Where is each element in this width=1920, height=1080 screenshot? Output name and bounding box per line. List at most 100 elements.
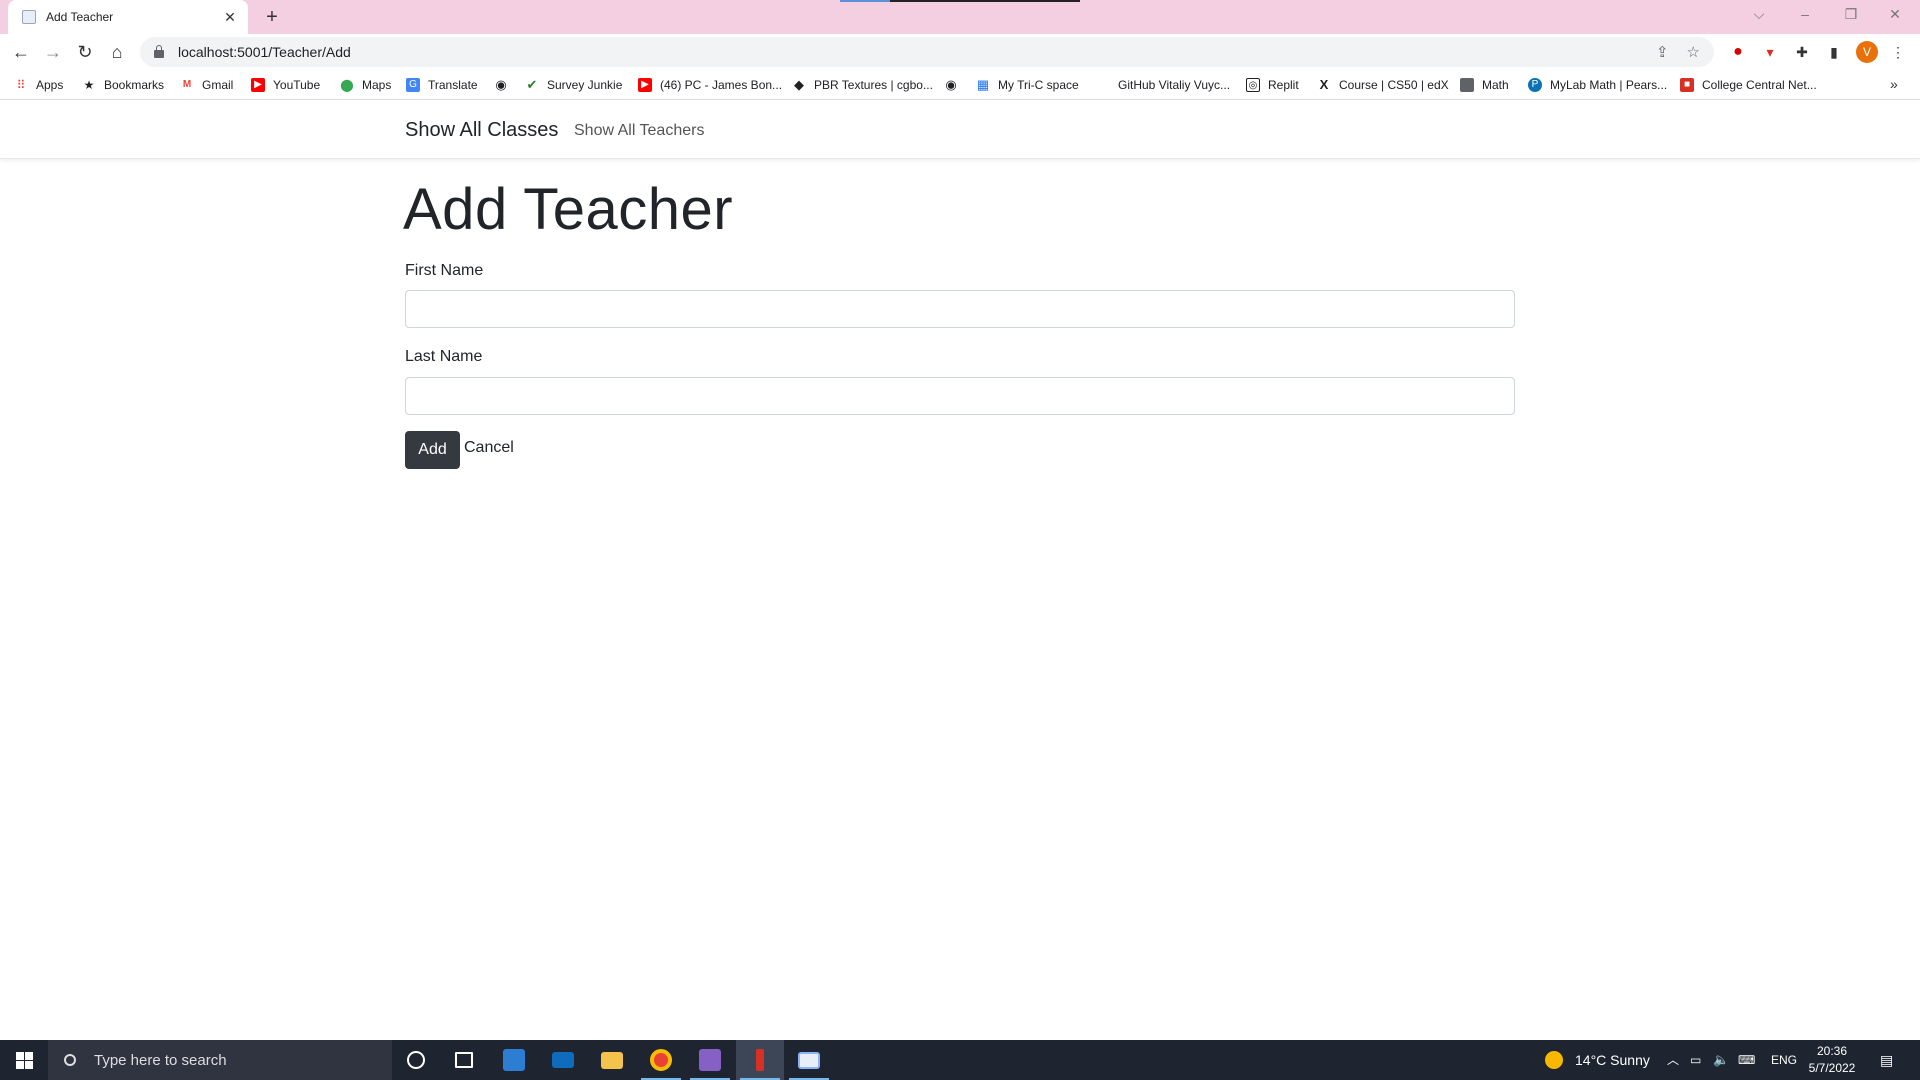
tab-title: Add Teacher <box>46 10 114 24</box>
edx-icon: X <box>1319 77 1329 92</box>
clock-time: 20:36 <box>1816 1044 1848 1058</box>
bookmark-bookmarks[interactable]: ★ Bookmarks <box>82 76 164 94</box>
show-hidden-icons-chevron-icon[interactable]: ︿ <box>1667 1040 1679 1080</box>
keyboard-icon[interactable]: ⌨ <box>1738 1040 1755 1080</box>
document-icon <box>1460 78 1474 92</box>
back-arrow-icon[interactable]: ← <box>7 38 35 66</box>
globe-icon: ◉ <box>495 77 507 92</box>
restore-icon[interactable]: ❐ <box>1828 0 1874 30</box>
cancel-link[interactable]: Cancel <box>464 439 514 457</box>
browser-menu-icon[interactable]: ⋮ <box>1888 42 1908 62</box>
apps-grid-icon: ⠿ <box>16 78 26 92</box>
browser-tab-add-teacher[interactable]: Add Teacher ✕ <box>8 0 248 34</box>
file-explorer-icon[interactable] <box>588 1040 636 1080</box>
input-language[interactable]: ENG <box>1771 1040 1797 1080</box>
sun-icon <box>1545 1051 1563 1069</box>
bookmark-james-bond[interactable]: ▶ (46) PC - James Bon... <box>638 76 782 94</box>
bookmark-youtube[interactable]: ▶ YouTube <box>251 76 320 94</box>
site-navbar: Show All Classes Show All Teachers <box>0 101 1920 159</box>
nav-link-show-all-teachers[interactable]: Show All Teachers <box>574 122 704 140</box>
college-central-icon: ■ <box>1680 78 1694 92</box>
tab-close-icon[interactable]: ✕ <box>222 9 238 26</box>
taskbar-search-placeholder: Type here to search <box>94 1051 227 1069</box>
bookmark-maps[interactable]: ⬤ Maps <box>340 76 391 94</box>
bookmark-globe-2[interactable]: ◉ <box>944 76 966 94</box>
browser-toolbar: ← → ↻ ⌂ localhost:5001/Teacher/Add ⇪ ☆ ●… <box>0 34 1920 70</box>
reload-icon[interactable]: ↻ <box>71 38 99 66</box>
pocket-extension-icon[interactable]: ▾ <box>1760 42 1780 62</box>
cortana-icon[interactable] <box>392 1040 440 1080</box>
browser-titlebar: Add Teacher ✕ + ⌵ – ❐ ✕ <box>0 0 1920 34</box>
tab-search-chevron-icon[interactable]: ⌵ <box>1736 0 1782 30</box>
globe-icon: ◉ <box>945 77 957 92</box>
new-tab-plus-icon[interactable]: + <box>260 5 284 29</box>
tabstrip-indicator-accent <box>840 0 890 2</box>
bookmark-github[interactable]: GitHub Vitaliy Vuyc... <box>1118 76 1230 94</box>
bookmark-translate[interactable]: G Translate <box>406 76 478 94</box>
youtube-icon: ▶ <box>638 78 652 92</box>
microsoft-store-icon[interactable] <box>490 1040 538 1080</box>
tri-c-icon: ▦ <box>976 77 990 92</box>
forward-arrow-icon[interactable]: → <box>39 38 67 66</box>
page-title: Add Teacher <box>403 177 734 242</box>
bookmark-math[interactable]: Math <box>1460 76 1509 94</box>
bookmark-pbr-textures[interactable]: ◆ PBR Textures | cgbo... <box>792 76 933 94</box>
minimize-icon[interactable]: – <box>1782 0 1828 30</box>
replit-icon: ◎ <box>1246 78 1260 92</box>
notifications-icon[interactable]: ▤ <box>1880 1040 1893 1080</box>
bookmark-apps[interactable]: ⠿ Apps <box>14 76 64 94</box>
volume-icon[interactable]: 🔈 <box>1713 1040 1729 1080</box>
bookmarks-overflow-chevron-icon[interactable]: » <box>1890 76 1898 92</box>
taskbar-search-box[interactable]: Type here to search <box>48 1040 392 1080</box>
task-view-icon[interactable] <box>440 1040 488 1080</box>
gmail-icon: M <box>182 79 192 90</box>
app-window-icon[interactable] <box>785 1040 833 1080</box>
bookmark-globe-1[interactable]: ◉ <box>494 76 516 94</box>
bookmark-tri-c[interactable]: ▦ My Tri-C space <box>976 76 1079 94</box>
first-name-label: First Name <box>405 262 484 279</box>
translate-icon: G <box>406 78 420 92</box>
clock-date: 5/7/2022 <box>1808 1061 1856 1075</box>
maps-pin-icon: ⬤ <box>340 78 354 92</box>
bookmarks-bar: ⠿ Apps ★ Bookmarks M Gmail ▶ YouTube ⬤ Maps G… <box>0 70 1920 100</box>
windows-taskbar: Type here to search 14°C Sunny ︿ ▭ 🔈 ⌨ E… <box>0 1040 1920 1080</box>
add-button[interactable]: Add <box>405 431 460 469</box>
bookmark-mylab-math[interactable]: P MyLab Math | Pears... <box>1528 76 1667 94</box>
mail-icon[interactable] <box>539 1040 587 1080</box>
pearson-icon: P <box>1528 78 1542 92</box>
nav-brand-show-all-classes[interactable]: Show All Classes <box>405 119 558 142</box>
bookmark-college-central[interactable]: ■ College Central Net... <box>1680 76 1817 94</box>
system-clock[interactable]: 20:36 5/7/2022 <box>1804 1043 1860 1077</box>
address-bar[interactable]: localhost:5001/Teacher/Add ⇪ ☆ <box>140 37 1714 67</box>
page-favicon-icon <box>22 10 36 24</box>
opera-extension-icon[interactable]: ● <box>1728 42 1748 62</box>
bookmark-survey-junkie[interactable]: ✔ Survey Junkie <box>525 76 623 94</box>
windows-start-icon[interactable] <box>0 1040 48 1080</box>
last-name-input[interactable] <box>405 377 1515 415</box>
weather-widget[interactable]: 14°C Sunny <box>1545 1040 1650 1080</box>
profile-avatar[interactable]: V <box>1856 41 1878 63</box>
bookmark-star-icon[interactable]: ☆ <box>1687 43 1700 61</box>
home-icon[interactable]: ⌂ <box>103 38 131 66</box>
bookmark-replit[interactable]: ◎ Replit <box>1246 76 1299 94</box>
weather-text: 14°C Sunny <box>1575 1052 1650 1068</box>
survey-junkie-icon: ✔ <box>526 77 538 92</box>
cgbookcase-icon: ◆ <box>794 77 804 92</box>
bookmark-cs50[interactable]: X Course | CS50 | edX <box>1317 76 1449 94</box>
paint-brush-app-icon[interactable] <box>736 1040 784 1080</box>
last-name-label: Last Name <box>405 348 483 365</box>
search-icon <box>64 1054 76 1066</box>
lock-icon <box>154 45 164 58</box>
visual-studio-icon[interactable] <box>686 1040 734 1080</box>
close-window-icon[interactable]: ✕ <box>1872 0 1918 30</box>
star-icon: ★ <box>83 78 95 92</box>
youtube-icon: ▶ <box>251 78 265 92</box>
chrome-icon[interactable] <box>637 1040 685 1080</box>
extensions-puzzle-icon[interactable]: ✚ <box>1792 42 1812 62</box>
bookmark-gmail[interactable]: M Gmail <box>180 76 234 94</box>
share-icon[interactable]: ⇪ <box>1656 43 1669 61</box>
battery-icon[interactable]: ▭ <box>1690 1040 1701 1080</box>
url-text: localhost:5001/Teacher/Add <box>178 44 351 60</box>
first-name-input[interactable] <box>405 290 1515 328</box>
side-panel-icon[interactable]: ▮ <box>1824 42 1844 62</box>
